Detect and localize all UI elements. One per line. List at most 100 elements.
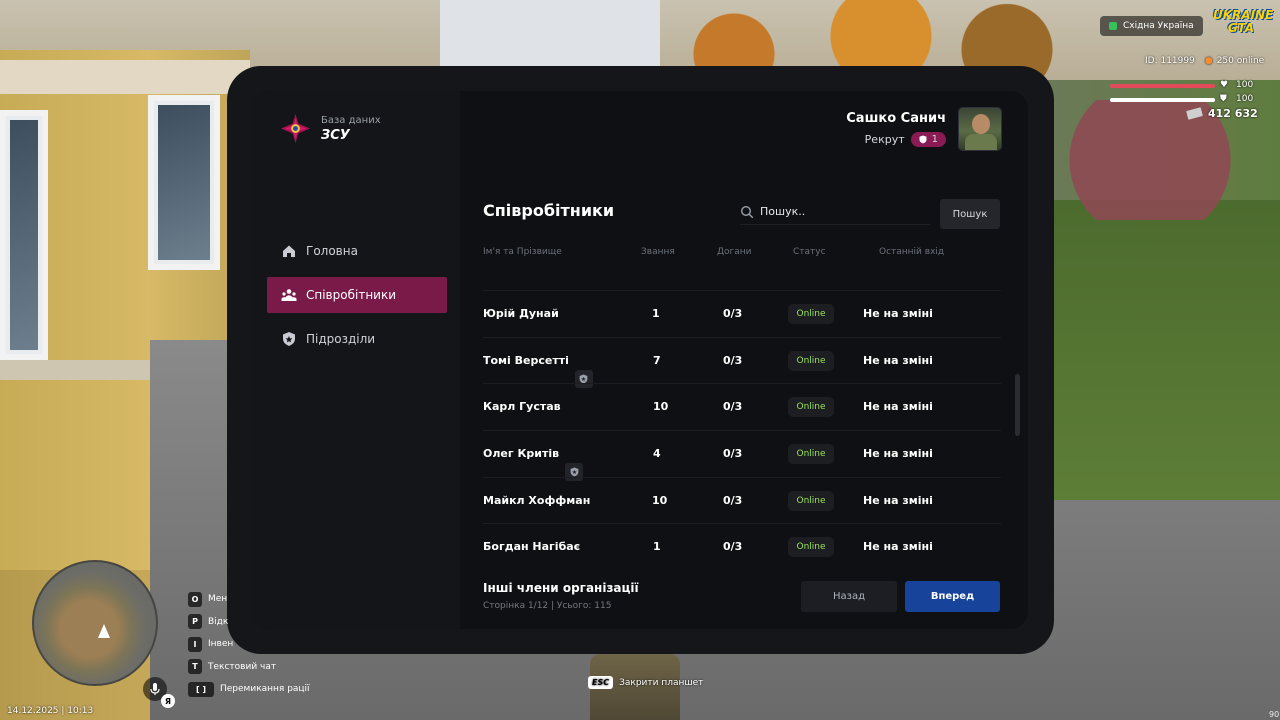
employee-name: Юрій Дунай	[483, 307, 559, 320]
search-bar	[740, 199, 930, 225]
key-label: Інвен	[208, 639, 234, 650]
employees-table: Юрій Дунай 1 0/3 Online Не на зміні Томі…	[483, 290, 1001, 570]
employee-name: Богдан Нагібає	[483, 540, 581, 554]
money-display: 412 632	[1186, 107, 1258, 120]
armor-value: 100	[1236, 94, 1254, 104]
table-row[interactable]: Майкл Хоффман 10 0/3 Online Не на зміні	[483, 476, 1001, 524]
table-row[interactable]: Юрій Дунай 1 0/3 Online Не на зміні	[483, 290, 1001, 337]
keybind-hint: [ ] Перемикання рації	[188, 678, 310, 701]
scrollbar[interactable]	[1015, 374, 1020, 436]
health-bar	[1110, 84, 1215, 88]
search-button[interactable]: Пошук	[940, 199, 1000, 229]
esc-label: Закрити планшет	[619, 677, 704, 688]
keybind-hint: O Мен	[188, 588, 310, 611]
background-house	[440, 0, 660, 70]
employees-panel: Співробітники Пошук Ім'я та Прізвище Зва…	[460, 91, 1028, 629]
column-header-status: Статус	[793, 247, 826, 257]
employee-reprimands: 0/3	[723, 540, 743, 554]
back-button[interactable]: Назад	[801, 581, 897, 612]
column-header-rank: Звання	[641, 247, 675, 257]
table-row[interactable]: Томі Версетті 7 0/3 Online Не на зміні	[483, 336, 1001, 388]
building-cornice	[0, 60, 250, 94]
key-label: Відк	[208, 616, 229, 627]
employee-rank: 4	[653, 447, 661, 461]
footer-title: Інші члени організації	[483, 581, 639, 595]
employee-last-login: Не на зміні	[863, 353, 933, 367]
language-indicator: Я	[161, 694, 175, 708]
users-icon	[281, 287, 297, 303]
money-icon	[1186, 107, 1203, 120]
employee-last-login: Не на зміні	[863, 307, 933, 320]
key-label: Текстовий чат	[208, 661, 277, 672]
employee-last-login: Не на зміні	[863, 400, 933, 414]
employee-rank: 7	[653, 353, 661, 367]
column-header-reprimands: Догани	[717, 247, 752, 257]
keybind-hint: P Відк	[188, 611, 310, 634]
pagination-info: Сторінка 1/12 | Усього: 115	[483, 601, 612, 611]
column-header-last-login: Останній вхід	[879, 247, 945, 257]
status-badge: Online	[788, 444, 834, 465]
online-count: 250 online	[1216, 56, 1265, 66]
table-row[interactable]: Олег Критів 4 0/3 Online Не на зміні	[483, 430, 1001, 482]
health-value: 100	[1236, 80, 1254, 90]
keybind-hint: I Інвен	[188, 633, 310, 656]
server-badge: Східна Україна	[1100, 16, 1203, 36]
money-value: 412 632	[1208, 107, 1258, 120]
sidebar: База даних ЗСУ Головна Співробітники Під…	[253, 91, 460, 629]
home-icon	[281, 243, 297, 259]
employee-name-cell: Томі Версетті	[483, 353, 593, 388]
brand-subtitle: База даних	[321, 114, 381, 126]
key-label: Перемикання рації	[220, 684, 310, 695]
sidebar-nav: Головна Співробітники Підрозділи	[267, 233, 447, 365]
page-title: Співробітники	[483, 201, 615, 220]
sidebar-item-label: Головна	[306, 244, 358, 258]
employee-rank: 1	[653, 540, 661, 554]
armor-icon: ⛊	[1220, 94, 1227, 104]
status-badge: Online	[788, 350, 834, 371]
game-logo: UKRAINE GTA	[1213, 8, 1274, 35]
shield-icon	[281, 331, 297, 347]
employee-rank: 1	[652, 307, 660, 320]
server-name: Східна Україна	[1123, 21, 1194, 31]
sidebar-item-units[interactable]: Підрозділи	[267, 321, 447, 357]
sidebar-item-employees[interactable]: Співробітники	[267, 277, 447, 313]
employee-last-login: Не на зміні	[863, 447, 933, 461]
keybind-hints: O Мен P Відк I Інвен T Текстовий чат [ ] Пере…	[188, 588, 310, 701]
building-window	[0, 110, 48, 360]
table-row[interactable]: Богдан Нагібає 1 0/3 Online Не на зміні	[483, 523, 1001, 570]
key: T	[188, 659, 202, 675]
column-header-name: Ім'я та Прізвище	[483, 247, 562, 257]
employee-last-login: Не на зміні	[863, 493, 933, 507]
key-label: Мен	[208, 594, 228, 605]
building-window	[148, 95, 220, 270]
armor-bar	[1110, 98, 1215, 102]
brand-title: ЗСУ	[321, 127, 350, 143]
keybind-hint: T Текстовий чат	[188, 656, 310, 679]
employee-reprimands: 0/3	[723, 447, 743, 461]
player-id: ID: 111999	[1145, 56, 1195, 66]
status-badge: Online	[788, 397, 834, 418]
key: I	[188, 636, 202, 652]
employee-rank: 10	[652, 493, 668, 507]
employee-reprimands: 0/3	[723, 307, 743, 320]
employee-name-cell: Олег Критів	[483, 447, 584, 482]
esc-key: ESC	[588, 676, 614, 689]
employee-name: Карл Густав	[483, 400, 561, 414]
online-icon: ●	[1204, 56, 1213, 66]
next-button[interactable]: Вперед	[905, 581, 1000, 612]
employee-last-login: Не на зміні	[863, 540, 933, 554]
player-stats: ID: 111999 ● 250 online	[1145, 56, 1264, 66]
minimap	[32, 560, 158, 686]
table-row[interactable]: Карл Густав 10 0/3 Online Не на зміні	[483, 383, 1001, 430]
lawn	[1040, 200, 1280, 500]
search-input[interactable]	[760, 205, 910, 218]
status-badge: Online	[788, 537, 834, 558]
sidebar-item-label: Співробітники	[306, 288, 397, 302]
health-fill	[1110, 84, 1215, 88]
zsu-emblem-icon	[280, 113, 311, 144]
tablet-screen: База даних ЗСУ Головна Співробітники Під…	[253, 91, 1028, 629]
search-icon	[740, 205, 754, 218]
close-tablet-hint: ESC Закрити планшет	[588, 676, 703, 689]
employee-name: Томі Версетті	[483, 353, 569, 367]
sidebar-item-home[interactable]: Головна	[267, 233, 447, 269]
